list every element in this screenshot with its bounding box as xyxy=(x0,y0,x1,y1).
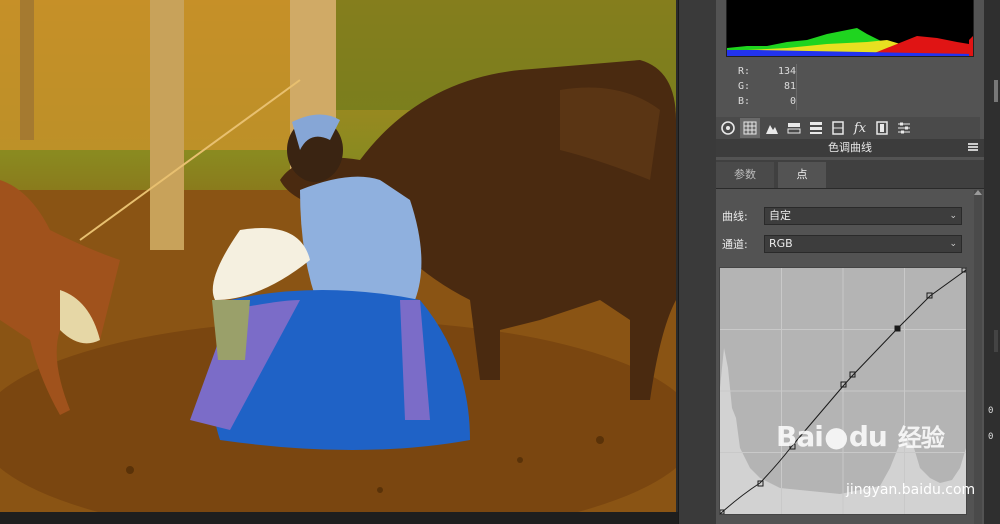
r-label: R: xyxy=(738,66,751,77)
g-label: G: xyxy=(738,81,751,92)
curve-preset-value: 自定 xyxy=(769,209,791,222)
photo-preview[interactable] xyxy=(0,0,676,512)
camera-raw-panel: R: 134 G: 81 B: 0 fx 色调曲线 参数 点 曲线: 自定 ⌄ … xyxy=(716,0,984,524)
tab-point[interactable]: 点 xyxy=(778,162,826,188)
lens-icon[interactable] xyxy=(828,118,848,138)
side-number: 0 xyxy=(988,406,994,416)
curve-preset-row: 曲线: 自定 ⌄ xyxy=(722,207,962,225)
channel-label: 通道: xyxy=(722,238,748,251)
curve-preset-label: 曲线: xyxy=(722,210,748,223)
rgb-readout: R: 134 G: 81 B: 0 xyxy=(726,64,796,114)
image-canvas[interactable] xyxy=(0,0,678,524)
panel-menu-icon[interactable] xyxy=(968,143,978,151)
b-label: B: xyxy=(738,96,751,107)
panel-tool-strip: fx xyxy=(716,117,980,139)
panel-gutter xyxy=(678,0,717,524)
side-handle[interactable] xyxy=(994,80,998,102)
fx-icon[interactable]: fx xyxy=(850,118,870,138)
panel-scrollbar[interactable] xyxy=(974,190,982,524)
curve-tabs: 参数 点 xyxy=(716,160,984,189)
tone-curve-graph[interactable] xyxy=(719,267,967,515)
info-divider xyxy=(796,64,797,110)
chevron-down-icon: ⌄ xyxy=(949,239,957,249)
tab-parametric[interactable]: 参数 xyxy=(716,162,774,188)
panel-title: 色调曲线 xyxy=(828,141,872,154)
photo-illustration xyxy=(0,0,676,512)
chevron-down-icon: ⌄ xyxy=(949,211,957,221)
scroll-up-icon[interactable] xyxy=(974,190,982,195)
channel-row: 通道: RGB ⌄ xyxy=(722,235,962,253)
film-icon[interactable] xyxy=(872,118,892,138)
curve-point-selected[interactable] xyxy=(894,325,901,332)
histogram xyxy=(726,0,974,57)
grid-icon[interactable] xyxy=(740,118,760,138)
side-number: 0 xyxy=(988,432,994,442)
panel-title-bar: 色调曲线 xyxy=(716,139,984,157)
side-handle[interactable] xyxy=(994,330,998,352)
channel-select[interactable]: RGB ⌄ xyxy=(764,235,962,253)
tone-curve-editor[interactable] xyxy=(719,267,967,515)
watermark-url: jingyan.baidu.com xyxy=(846,482,976,498)
hsl-icon[interactable] xyxy=(806,118,826,138)
canvas-bottom-bar xyxy=(0,512,678,524)
sliders-icon[interactable] xyxy=(894,118,914,138)
histogram-graph xyxy=(727,0,973,56)
r-value: 134 xyxy=(777,66,796,77)
side-strip: 0 0 xyxy=(984,0,1000,524)
g-value: 81 xyxy=(783,81,796,92)
mountain-icon[interactable] xyxy=(762,118,782,138)
aperture-icon[interactable] xyxy=(718,118,738,138)
split-tone-icon[interactable] xyxy=(784,118,804,138)
curve-preset-select[interactable]: 自定 ⌄ xyxy=(764,207,962,225)
channel-value: RGB xyxy=(769,237,793,250)
